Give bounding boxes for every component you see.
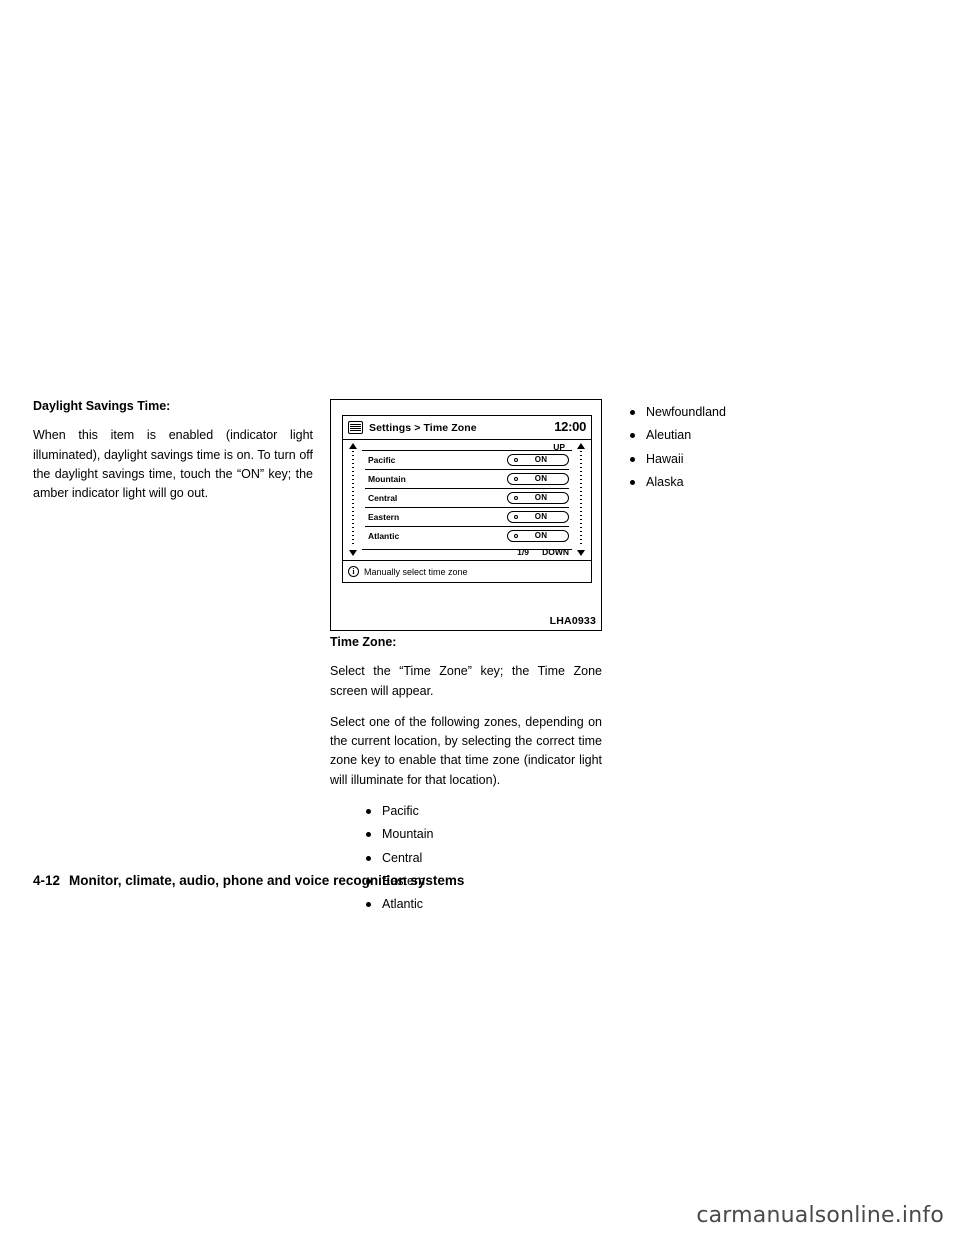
right-column: Newfoundland Aleutian Hawaii Alaska	[620, 403, 920, 496]
page-number: 4-12	[33, 873, 61, 888]
indicator-light-icon	[514, 457, 518, 462]
bullet-dot-icon	[630, 456, 635, 462]
on-key-label: ON	[534, 531, 548, 540]
list-item-label: Hawaii	[646, 451, 684, 466]
zone-name-central: Central	[368, 492, 398, 503]
indicator-light-icon	[514, 533, 518, 538]
on-key-label: ON	[534, 512, 548, 521]
time-zone-bullet-list: Pacific Mountain Central Eastern Atlanti…	[330, 802, 602, 914]
zone-name-pacific: Pacific	[368, 454, 396, 465]
list-item-label: Mountain	[382, 827, 434, 842]
info-icon: i	[348, 566, 359, 577]
watermark: carmanualsonline.info	[696, 1203, 944, 1228]
scroll-down-label[interactable]: DOWN	[542, 547, 569, 557]
nav-screen-header: Settings > Time Zone 12:00	[343, 416, 591, 440]
table-row[interactable]: Pacific ON	[365, 451, 569, 468]
list-bottom-divider	[362, 549, 572, 550]
indicator-light-icon	[514, 495, 518, 500]
list-item: Central	[330, 849, 602, 868]
on-key-atlantic[interactable]: ON	[507, 529, 569, 542]
list-item: Pacific	[330, 802, 602, 821]
on-key-label: ON	[534, 455, 548, 464]
scroll-up-arrow-right-icon[interactable]	[577, 443, 585, 449]
daylight-savings-heading: Daylight Savings Time:	[33, 399, 171, 413]
list-item-label: Newfoundland	[646, 405, 726, 419]
bullet-dot-icon	[630, 479, 635, 485]
zone-name-atlantic: Atlantic	[368, 530, 400, 541]
list-item-label: Aleutian	[646, 428, 692, 443]
chapter-title: Monitor, climate, audio, phone and voice…	[69, 873, 465, 888]
list-item: Newfoundland	[620, 403, 920, 422]
watermark-main: carmanualsonline	[696, 1203, 895, 1228]
indicator-light-icon	[514, 514, 518, 519]
bullet-dot-icon	[630, 433, 635, 439]
on-key-label: ON	[534, 474, 548, 483]
time-zone-paragraph-2: Select one of the following zones, depen…	[330, 714, 602, 787]
list-item-label: Central	[382, 850, 423, 865]
table-row[interactable]: Central ON	[365, 489, 569, 506]
daylight-savings-paragraph: When this item is enabled (indicator lig…	[33, 428, 313, 501]
list-item: Mountain	[330, 825, 602, 844]
figure-time-zone-screen: Settings > Time Zone 12:00 UP Pacific ON…	[330, 399, 602, 631]
on-key-pacific[interactable]: ON	[507, 453, 569, 466]
right-scroll-rail[interactable]	[575, 442, 588, 556]
nav-screen: Settings > Time Zone 12:00 UP Pacific ON…	[342, 415, 592, 583]
scroll-up-arrow-left-icon[interactable]	[349, 443, 357, 449]
indicator-light-icon	[514, 476, 518, 481]
zone-name-mountain: Mountain	[368, 473, 406, 484]
list-item: Aleutian	[620, 426, 920, 445]
time-zone-paragraph-1: Select the “Time Zone” key; the Time Zon…	[330, 664, 602, 698]
zone-name-eastern: Eastern	[368, 511, 400, 522]
on-key-label: ON	[534, 493, 548, 502]
table-row[interactable]: Eastern ON	[365, 508, 569, 525]
menu-list-icon	[348, 421, 363, 434]
document-page: Daylight Savings Time: When this item is…	[0, 0, 960, 1242]
list-item-label: Alaska	[646, 474, 684, 489]
bullet-dot-icon	[630, 410, 635, 415]
nav-screen-title: Settings > Time Zone	[369, 421, 477, 434]
figure-caption: LHA0933	[549, 615, 596, 627]
time-zone-bullet-list-continued: Newfoundland Aleutian Hawaii Alaska	[620, 403, 920, 492]
bullet-dot-icon	[366, 902, 371, 908]
bullet-dot-icon	[366, 832, 371, 838]
list-item-label: Pacific	[382, 804, 419, 819]
watermark-suffix: .info	[894, 1203, 944, 1228]
left-scroll-rail[interactable]	[347, 442, 360, 556]
table-row[interactable]: Mountain ON	[365, 470, 569, 487]
scroll-track-left	[352, 451, 354, 547]
bullet-dot-icon	[366, 855, 371, 861]
bullet-dot-icon	[366, 809, 371, 815]
page-indicator: 1/9	[517, 547, 529, 557]
nav-screen-footer: i Manually select time zone	[343, 560, 591, 582]
on-key-central[interactable]: ON	[507, 491, 569, 504]
list-item: Atlantic	[330, 895, 602, 914]
scroll-down-arrow-left-icon[interactable]	[349, 550, 357, 556]
time-zone-list: Pacific ON Mountain ON Central ON Easter…	[362, 450, 572, 550]
nav-screen-clock: 12:00	[554, 419, 586, 434]
nav-screen-body: UP Pacific ON Mountain ON Central ON Eas…	[343, 440, 591, 560]
list-item: Hawaii	[620, 450, 920, 469]
list-item-label: Atlantic	[382, 897, 423, 912]
on-key-eastern[interactable]: ON	[507, 510, 569, 523]
scroll-down-arrow-right-icon[interactable]	[577, 550, 585, 556]
time-zone-heading: Time Zone:	[330, 635, 397, 649]
left-column: Daylight Savings Time: When this item is…	[33, 398, 313, 503]
nav-footer-text: Manually select time zone	[364, 566, 468, 577]
on-key-mountain[interactable]: ON	[507, 472, 569, 485]
page-footer: 4-12 Monitor, climate, audio, phone and v…	[33, 873, 464, 888]
table-row[interactable]: Atlantic ON	[365, 527, 569, 544]
scroll-track-right	[580, 451, 582, 547]
list-item: Alaska	[620, 473, 920, 492]
